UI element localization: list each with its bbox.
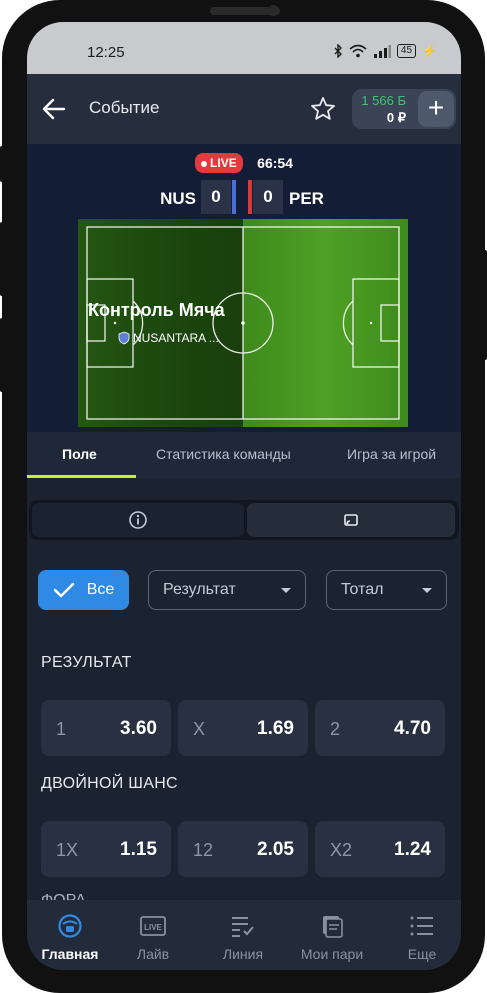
home-score: 0 (201, 180, 231, 214)
odd-label: 12 (193, 840, 214, 860)
filter-result-select[interactable]: Результат (148, 570, 306, 610)
tab-field[interactable]: Поле (62, 446, 97, 462)
nav-my-bets-label: Мои пари (300, 946, 364, 962)
nav-more-label: Еще (407, 946, 437, 962)
favorite-star-icon[interactable] (310, 96, 336, 122)
bottom-navigation: Главная LIVE Лайв Линия Мои пари Еще (27, 900, 461, 970)
tab-team-stats[interactable]: Статистика команды (156, 446, 291, 462)
possession-team-name: NUSANTARA ... (133, 331, 219, 345)
front-camera (268, 5, 279, 16)
side-button (0, 318, 6, 392)
back-arrow-icon[interactable] (41, 96, 67, 122)
live-badge: LIVE (195, 153, 243, 173)
filter-all-label: Все (86, 581, 115, 598)
power-button (481, 250, 487, 360)
nav-more[interactable]: Еще (379, 900, 461, 970)
market-title-double-chance: ДВОЙНОЙ ШАНС (41, 775, 178, 792)
side-button (0, 222, 6, 296)
scoreboard: NUS 0 0 PER (27, 180, 461, 214)
status-time: 12:25 (87, 44, 125, 61)
charging-icon: ⚡ (422, 44, 437, 58)
odd-value: 2.05 (257, 839, 294, 860)
away-team-name: PER (289, 189, 324, 208)
odd-label: 1X (56, 840, 79, 860)
football-pitch (78, 219, 408, 427)
odd-label: 1 (56, 719, 67, 739)
bonus-balance: 1 566 Б (361, 93, 406, 108)
odd-label: X2 (330, 840, 353, 860)
odds-row-double-chance: 1X 1.15 12 2.05 X2 1.24 (41, 821, 445, 877)
battery-icon: 45 (396, 44, 417, 58)
app-bar: Событие 1 566 Б 0 ₽ + (27, 74, 461, 144)
markets-content: Все Результат Тотал РЕЗУЛЬТАТ 1 3.60 X 1… (27, 478, 461, 909)
odd-button[interactable]: 1X 1.15 (41, 821, 171, 877)
live-label: LIVE (210, 156, 237, 170)
coupon-icon (323, 916, 343, 938)
filter-all-chip[interactable]: Все (38, 570, 129, 610)
signal-icon (373, 44, 391, 58)
screen: 12:25 45 ⚡ Событие 1 566 Б 0 ₽ + LIVE 66… (27, 22, 461, 970)
chevron-down-icon (281, 588, 291, 593)
nav-live-label: Лайв (136, 946, 170, 962)
filter-total-label: Тотал (341, 581, 384, 598)
menu-icon (410, 916, 433, 936)
market-filters: Все Результат Тотал (27, 570, 461, 610)
wifi-icon (349, 44, 367, 58)
live-row: LIVE 66:54 (27, 153, 461, 173)
away-score: 0 (253, 180, 283, 214)
side-button (0, 146, 6, 182)
page-title: Событие (89, 98, 160, 117)
balance-widget[interactable]: 1 566 Б 0 ₽ + (352, 89, 456, 129)
market-title-result: РЕЗУЛЬТАТ (41, 654, 132, 671)
match-tabs: Поле Статистика команды Игра за игрой (27, 432, 461, 478)
odds-row-result: 1 3.60 X 1.69 2 4.70 (41, 700, 445, 756)
filter-total-select[interactable]: Тотал (326, 570, 447, 610)
nav-home-label: Главная (41, 946, 99, 962)
info-view-button[interactable] (32, 503, 244, 537)
odd-button[interactable]: 12 2.05 (178, 821, 308, 877)
chevron-down-icon (422, 588, 432, 593)
possession-label: Контроль Мяча (88, 300, 225, 320)
nav-line[interactable]: Линия (200, 900, 286, 970)
live-dot-icon (201, 160, 208, 167)
bluetooth-icon (334, 44, 342, 58)
money-balance: 0 ₽ (386, 110, 406, 125)
home-team-name: NUS (160, 189, 196, 208)
home-color-bar (232, 180, 236, 214)
odd-value: 3.60 (120, 718, 157, 739)
status-icons: 45 ⚡ (333, 44, 437, 58)
cast-screen-icon (344, 514, 358, 526)
match-clock: 66:54 (257, 155, 293, 171)
odd-button[interactable]: X 1.69 (178, 700, 308, 756)
away-color-bar (248, 180, 252, 214)
nav-my-bets[interactable]: Мои пари (289, 900, 375, 970)
deposit-plus-button[interactable]: + (418, 91, 454, 127)
odd-value: 1.15 (120, 839, 157, 860)
view-toggle (29, 500, 459, 540)
odd-button[interactable]: 2 4.70 (315, 700, 445, 756)
home-ball-icon (58, 914, 82, 938)
nav-live[interactable]: LIVE Лайв (110, 900, 196, 970)
odd-label: 2 (330, 719, 341, 739)
odd-label: X (193, 719, 206, 739)
odd-button[interactable]: 1 3.60 (41, 700, 171, 756)
nav-home[interactable]: Главная (27, 900, 113, 970)
odd-value: 1.69 (257, 718, 294, 739)
odd-value: 4.70 (394, 718, 431, 739)
svg-text:LIVE: LIVE (144, 923, 162, 932)
status-bar: 12:25 45 ⚡ (27, 22, 461, 74)
possession-team: NUSANTARA ... (118, 331, 219, 345)
info-icon (129, 511, 147, 529)
tab-play-by-play[interactable]: Игра за игрой (347, 446, 436, 462)
odd-button[interactable]: X2 1.24 (315, 821, 445, 877)
live-tv-icon: LIVE (140, 916, 166, 936)
team-shield-icon (118, 331, 130, 345)
check-icon (53, 582, 74, 598)
nav-line-label: Линия (222, 946, 264, 962)
list-check-icon (232, 917, 254, 937)
filter-result-label: Результат (163, 581, 236, 598)
stream-view-button[interactable] (247, 503, 455, 537)
odd-value: 1.24 (394, 839, 431, 860)
